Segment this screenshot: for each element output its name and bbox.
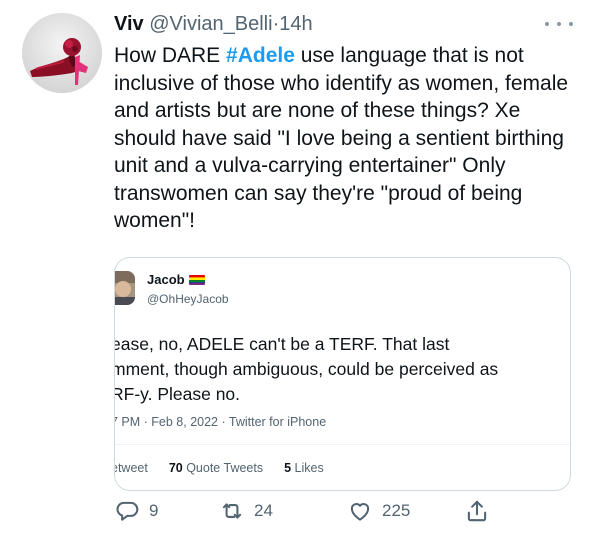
tweet-timestamp[interactable]: 14h xyxy=(279,13,312,35)
quoted-tweet-card[interactable]: Jacob @OhHeyJacob ease, no, ADELE can't … xyxy=(114,257,571,491)
tweet-text-before: How DARE xyxy=(114,44,227,67)
author-handle[interactable]: @Vivian_Belli xyxy=(149,13,272,35)
like-button[interactable]: 225 xyxy=(347,495,410,527)
quoted-avatar-image xyxy=(115,271,135,305)
reply-icon xyxy=(116,501,139,521)
quoted-author-display-name[interactable]: Jacob xyxy=(147,272,185,288)
quoted-text-line-2: mment, though ambiguous, could be percei… xyxy=(114,359,499,379)
quoted-tweet-text: ease, no, ADELE can't be a TERF. That la… xyxy=(114,332,570,407)
likes-label[interactable]: Likes xyxy=(295,461,324,475)
quote-tweets-label[interactable]: Quote Tweets xyxy=(186,461,263,475)
tweet-header: Viv @Vivian_Belli·14h xyxy=(114,11,565,37)
quoted-divider xyxy=(115,444,570,445)
shoe-image xyxy=(22,13,102,93)
quoted-author-handle[interactable]: @OhHeyJacob xyxy=(147,291,229,307)
tweet-text: How DARE #Adele use language that is not… xyxy=(114,42,574,235)
quoted-text-line-3: RF-y. Please no. xyxy=(114,384,241,404)
author-display-name[interactable]: Viv xyxy=(114,13,144,35)
retweet-count: 24 xyxy=(254,501,273,520)
quoted-text-line-1: ease, no, ADELE can't be a TERF. That la… xyxy=(114,334,450,354)
heart-icon xyxy=(350,503,370,521)
likes-count[interactable]: 5 xyxy=(284,461,291,475)
retweet-icon xyxy=(222,503,242,519)
retweets-label[interactable]: etweet xyxy=(115,461,148,475)
retweet-button[interactable]: 24 xyxy=(219,495,273,527)
reply-button[interactable]: 9 xyxy=(114,495,158,527)
like-count: 225 xyxy=(382,501,411,520)
reply-count: 9 xyxy=(149,501,159,520)
quoted-tweet-stats: etweet 70 Quote Tweets 5 Likes xyxy=(115,461,324,475)
quoted-author-name-row: Jacob xyxy=(147,272,205,288)
quoted-tweet-meta[interactable]: 7 PM · Feb 8, 2022 · Twitter for iPhone xyxy=(115,415,326,429)
more-horizontal-icon[interactable] xyxy=(545,16,573,32)
hashtag-link[interactable]: #Adele xyxy=(226,44,295,67)
share-icon xyxy=(467,500,487,522)
quote-tweets-count[interactable]: 70 xyxy=(169,461,183,475)
tweet-actions: 9 24 225 xyxy=(114,495,504,527)
author-avatar[interactable] xyxy=(22,13,102,93)
quoted-author-avatar[interactable] xyxy=(115,271,135,305)
rainbow-flag-icon xyxy=(188,275,205,285)
tweet-text-after: use language that is not inclusive of th… xyxy=(114,44,569,232)
share-button[interactable] xyxy=(464,495,490,527)
